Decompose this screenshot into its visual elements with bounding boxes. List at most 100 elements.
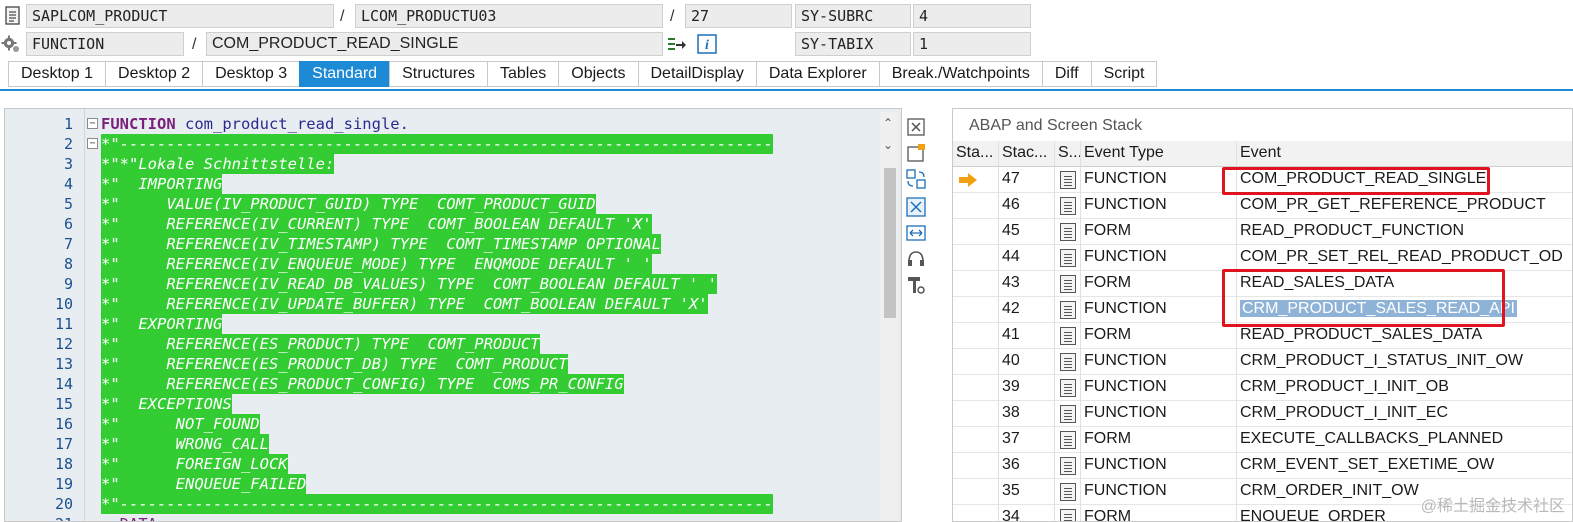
tab-structures[interactable]: Structures xyxy=(389,61,487,87)
event-name[interactable]: EXECUTE_CALLBACKS_PLANNED xyxy=(1237,427,1572,453)
line-number: 10 xyxy=(54,295,73,313)
column-header[interactable]: Event Type xyxy=(1081,141,1237,167)
code-line[interactable]: FUNCTION com_product_read_single. xyxy=(101,114,409,134)
fold-toggle-icon[interactable]: − xyxy=(87,118,98,129)
document-icon[interactable] xyxy=(1060,301,1076,319)
tab-data-explorer[interactable]: Data Explorer xyxy=(755,61,879,87)
code-line[interactable]: *"--------------------------------------… xyxy=(101,494,773,514)
document-icon[interactable] xyxy=(1060,353,1076,371)
event-name[interactable]: CRM_EVENT_SET_EXETIME_OW xyxy=(1237,453,1572,479)
tab-standard[interactable]: Standard xyxy=(299,61,390,87)
document-icon[interactable] xyxy=(1060,405,1076,423)
line-field[interactable]: 27 xyxy=(685,4,792,28)
line-number: 11 xyxy=(54,315,73,333)
code-line[interactable]: DATA: xyxy=(101,514,167,521)
sysvar-value-2[interactable]: 1 xyxy=(913,32,1031,56)
tab-objects[interactable]: Objects xyxy=(558,61,638,87)
info-icon[interactable]: i xyxy=(697,34,717,54)
tools-icon[interactable] xyxy=(905,274,927,296)
code-line[interactable]: *" REFERENCE(IV_READ_DB_VALUES) TYPE COM… xyxy=(101,274,717,294)
code-line[interactable]: *" REFERENCE(IV_CURRENT) TYPE COMT_BOOLE… xyxy=(101,214,652,234)
column-header[interactable]: Stac... xyxy=(999,141,1055,167)
event-name-field[interactable]: COM_PRODUCT_READ_SINGLE xyxy=(206,32,663,56)
event-name[interactable]: CRM_PRODUCT_I_STATUS_INIT_OW xyxy=(1237,349,1572,375)
separator: / xyxy=(192,36,197,53)
event-name[interactable]: COM_PR_GET_REFERENCE_PRODUCT xyxy=(1237,193,1572,219)
stack-row[interactable]: 38 FUNCTION CRM_PRODUCT_I_INIT_EC xyxy=(953,401,1572,427)
document-icon[interactable] xyxy=(1060,171,1076,189)
code-line[interactable]: *" EXPORTING xyxy=(101,314,223,334)
scroll-thumb[interactable] xyxy=(884,168,896,318)
tab-desktop-1[interactable]: Desktop 1 xyxy=(8,61,106,87)
code-line[interactable]: *"*"Lokale Schnittstelle: xyxy=(101,154,335,174)
code-line[interactable]: *"--------------------------------------… xyxy=(101,134,773,154)
stack-row[interactable]: 39 FUNCTION CRM_PRODUCT_I_INIT_OB xyxy=(953,375,1572,401)
column-header[interactable]: S... xyxy=(1055,141,1081,167)
tab-tables[interactable]: Tables xyxy=(487,61,559,87)
document-icon[interactable] xyxy=(1060,483,1076,501)
code-line[interactable]: *" ENQUEUE_FAILED xyxy=(101,474,307,494)
code-line[interactable]: *" REFERENCE(IV_ENQUEUE_MODE) TYPE ENQMO… xyxy=(101,254,652,274)
stack-row[interactable]: 46 FUNCTION COM_PR_GET_REFERENCE_PRODUCT xyxy=(953,193,1572,219)
include-field[interactable]: LCOM_PRODUCTU03 xyxy=(355,4,663,28)
code-line[interactable]: *" WRONG_CALL xyxy=(101,434,269,454)
document-icon[interactable] xyxy=(1060,379,1076,397)
tab-script[interactable]: Script xyxy=(1090,61,1158,87)
gear-icon xyxy=(1,35,19,52)
line-number: 17 xyxy=(54,435,73,453)
event-name[interactable]: READ_PRODUCT_FUNCTION xyxy=(1237,219,1572,245)
program-field[interactable]: SAPLCOM_PRODUCT xyxy=(26,4,334,28)
stack-row[interactable]: 37 FORM EXECUTE_CALLBACKS_PLANNED xyxy=(953,427,1572,453)
event-name[interactable]: COM_PR_SET_REL_READ_PRODUCT_OD xyxy=(1237,245,1572,271)
event-type-field[interactable]: FUNCTION xyxy=(26,32,184,56)
document-icon[interactable] xyxy=(1060,249,1076,267)
step-icon[interactable] xyxy=(667,35,687,55)
headset-icon[interactable] xyxy=(905,248,927,270)
close-box-icon[interactable] xyxy=(905,116,927,138)
code-line[interactable]: *" FOREIGN_LOCK xyxy=(101,454,288,474)
code-line[interactable]: *" REFERENCE(ES_PRODUCT) TYPE COMT_PRODU… xyxy=(101,334,540,354)
document-icon[interactable] xyxy=(1060,223,1076,241)
maximize-icon[interactable] xyxy=(905,196,927,218)
stack-row[interactable]: 40 FUNCTION CRM_PRODUCT_I_STATUS_INIT_OW xyxy=(953,349,1572,375)
column-header[interactable]: Sta... xyxy=(953,141,999,167)
code-line[interactable]: *" IMPORTING xyxy=(101,174,223,194)
editor-scrollbar[interactable]: ⌃ ⌄ xyxy=(880,112,898,520)
code-line[interactable]: *" REFERENCE(ES_PRODUCT_CONFIG) TYPE COM… xyxy=(101,374,624,394)
code-line[interactable]: *" REFERENCE(ES_PRODUCT_DB) TYPE COMT_PR… xyxy=(101,354,568,374)
sysvar-value-1[interactable]: 4 xyxy=(913,4,1031,28)
document-icon[interactable] xyxy=(1060,509,1076,521)
document-icon[interactable] xyxy=(1060,431,1076,449)
code-line[interactable]: *" VALUE(IV_PRODUCT_GUID) TYPE COMT_PROD… xyxy=(101,194,596,214)
line-number: 8 xyxy=(63,255,73,273)
column-header[interactable]: Event xyxy=(1237,141,1572,167)
sysvar-label-2: SY-TABIX xyxy=(795,32,911,56)
event-name[interactable]: CRM_PRODUCT_I_INIT_EC xyxy=(1237,401,1572,427)
fit-width-icon[interactable] xyxy=(905,222,927,244)
fold-toggle-icon[interactable]: − xyxy=(87,138,98,149)
new-window-icon[interactable] xyxy=(905,142,927,164)
source-cell xyxy=(1055,479,1081,505)
document-icon[interactable] xyxy=(1060,327,1076,345)
stack-row[interactable]: 44 FUNCTION COM_PR_SET_REL_READ_PRODUCT_OD xyxy=(953,245,1572,271)
document-icon[interactable] xyxy=(1060,197,1076,215)
document-icon[interactable] xyxy=(1060,275,1076,293)
code-line[interactable]: *" REFERENCE(IV_UPDATE_BUFFER) TYPE COMT… xyxy=(101,294,708,314)
source-editor[interactable]: 1− FUNCTION com_product_read_single. 2− *"-… xyxy=(4,108,902,522)
document-icon[interactable] xyxy=(1060,457,1076,475)
tab-diff[interactable]: Diff xyxy=(1041,61,1091,87)
code-line[interactable]: *" NOT_FOUND xyxy=(101,414,260,434)
code-line[interactable]: *" EXCEPTIONS xyxy=(101,394,232,414)
tab-desktop-3[interactable]: Desktop 3 xyxy=(202,61,300,87)
scroll-down-icon[interactable]: ⌄ xyxy=(883,138,893,152)
stack-level: 37 xyxy=(999,427,1055,453)
stack-row[interactable]: 36 FUNCTION CRM_EVENT_SET_EXETIME_OW xyxy=(953,453,1572,479)
tab-desktop-2[interactable]: Desktop 2 xyxy=(105,61,203,87)
swap-icon[interactable] xyxy=(905,168,927,190)
event-name[interactable]: CRM_PRODUCT_I_INIT_OB xyxy=(1237,375,1572,401)
tab-break-watchpoints[interactable]: Break./Watchpoints xyxy=(878,61,1042,87)
code-line[interactable]: *" REFERENCE(IV_TIMESTAMP) TYPE COMT_TIM… xyxy=(101,234,661,254)
scroll-up-icon[interactable]: ⌃ xyxy=(883,116,893,130)
tab-detaildisplay[interactable]: DetailDisplay xyxy=(637,61,756,87)
stack-row[interactable]: 45 FORM READ_PRODUCT_FUNCTION xyxy=(953,219,1572,245)
